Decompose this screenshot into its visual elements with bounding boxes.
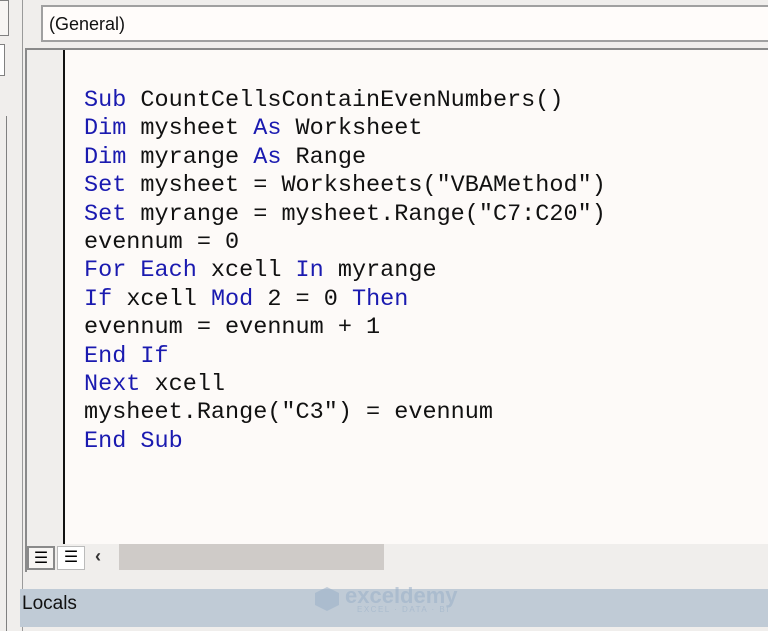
code-line[interactable]: mysheet.Range("C3") = evennum [84, 399, 606, 427]
code-token: Worksheet [281, 115, 423, 143]
left-panel-box [0, 116, 7, 631]
code-line[interactable]: For Each xcell In myrange [84, 257, 606, 285]
code-line[interactable]: Set myrange = mysheet.Range("C7:C20") [84, 201, 606, 229]
watermark-tagline: EXCEL · DATA · BI [357, 605, 450, 614]
code-token: mysheet = Worksheets("VBAMethod") [126, 172, 606, 200]
code-line[interactable]: End Sub [84, 428, 606, 456]
left-panel-edge [0, 0, 23, 631]
code-keyword: Sub [84, 87, 127, 114]
code-keyword: Set [84, 200, 127, 228]
code-line[interactable]: End If [84, 343, 606, 371]
code-keyword: Then [351, 285, 409, 313]
code-token: evennum = 0 [84, 229, 240, 257]
code-keyword: If [84, 285, 113, 313]
scroll-left-arrow-icon[interactable]: ‹ [95, 546, 101, 567]
code-keyword: Mod [210, 285, 254, 313]
code-text[interactable]: Sub CountCellsContainEvenNumbers() Dim my… [84, 87, 606, 456]
code-keyword: Set [84, 172, 127, 200]
horizontal-scrollbar-thumb[interactable] [119, 544, 384, 570]
code-token: 2 = 0 [253, 285, 352, 313]
code-keyword: In [295, 257, 324, 285]
code-token: Range [281, 143, 367, 171]
code-line[interactable]: evennum = evennum + 1 [84, 314, 606, 342]
code-line[interactable]: Set mysheet = Worksheets("VBAMethod") [84, 172, 606, 200]
code-token: myrange = mysheet.Range("C7:C20") [126, 200, 606, 228]
code-keyword: Dim [84, 115, 127, 143]
procedure-view-button[interactable]: ☰ [27, 546, 55, 570]
full-module-view-button[interactable]: ☰ [57, 546, 85, 570]
code-line[interactable]: Dim myrange As Range [84, 144, 606, 172]
left-panel-box [0, 0, 9, 36]
code-token: myrange [126, 143, 254, 171]
horizontal-scrollbar-area: ☰ ☰ ‹ [27, 544, 768, 572]
code-keyword: As [253, 143, 282, 171]
code-token: myrange [323, 257, 437, 285]
code-keyword: Next [84, 371, 141, 399]
procedure-dropdown-value: (General) [49, 14, 126, 34]
code-line[interactable]: Sub CountCellsContainEvenNumbers() [84, 87, 606, 115]
exceldemy-logo-icon [315, 587, 339, 611]
code-line[interactable]: If xcell Mod 2 = 0 Then [84, 286, 606, 314]
code-token: xcell [112, 285, 211, 313]
code-token: mysheet [126, 115, 254, 143]
locals-title: Locals [22, 593, 77, 614]
code-keyword: As [253, 115, 282, 143]
code-token: mysheet.Range("C3") = evennum [84, 399, 493, 427]
procedure-view-icon: ☰ [33, 550, 49, 567]
code-keyword: End Sub [84, 427, 183, 455]
code-line[interactable]: Next xcell [84, 371, 606, 399]
code-keyword: End If [84, 342, 169, 370]
code-editor[interactable]: Sub CountCellsContainEvenNumbers() Dim my… [25, 48, 768, 572]
code-line[interactable]: evennum = 0 [84, 229, 606, 257]
procedure-dropdown[interactable]: (General) [41, 5, 768, 42]
full-module-view-icon: ☰ [63, 549, 79, 566]
code-token: CountCellsContainEvenNumbers() [126, 87, 564, 114]
code-line[interactable]: Dim mysheet As Worksheet [84, 115, 606, 143]
code-token: xcell [140, 371, 226, 399]
watermark-logo: exceldemy EXCEL · DATA · BI [313, 583, 458, 615]
code-keyword: Dim [84, 143, 127, 171]
code-token: xcell [196, 257, 296, 285]
margin-indicator-bar[interactable] [27, 50, 65, 545]
code-keyword: For Each [84, 257, 197, 285]
code-token: evennum = evennum + 1 [84, 314, 381, 342]
left-panel-box [0, 44, 5, 76]
